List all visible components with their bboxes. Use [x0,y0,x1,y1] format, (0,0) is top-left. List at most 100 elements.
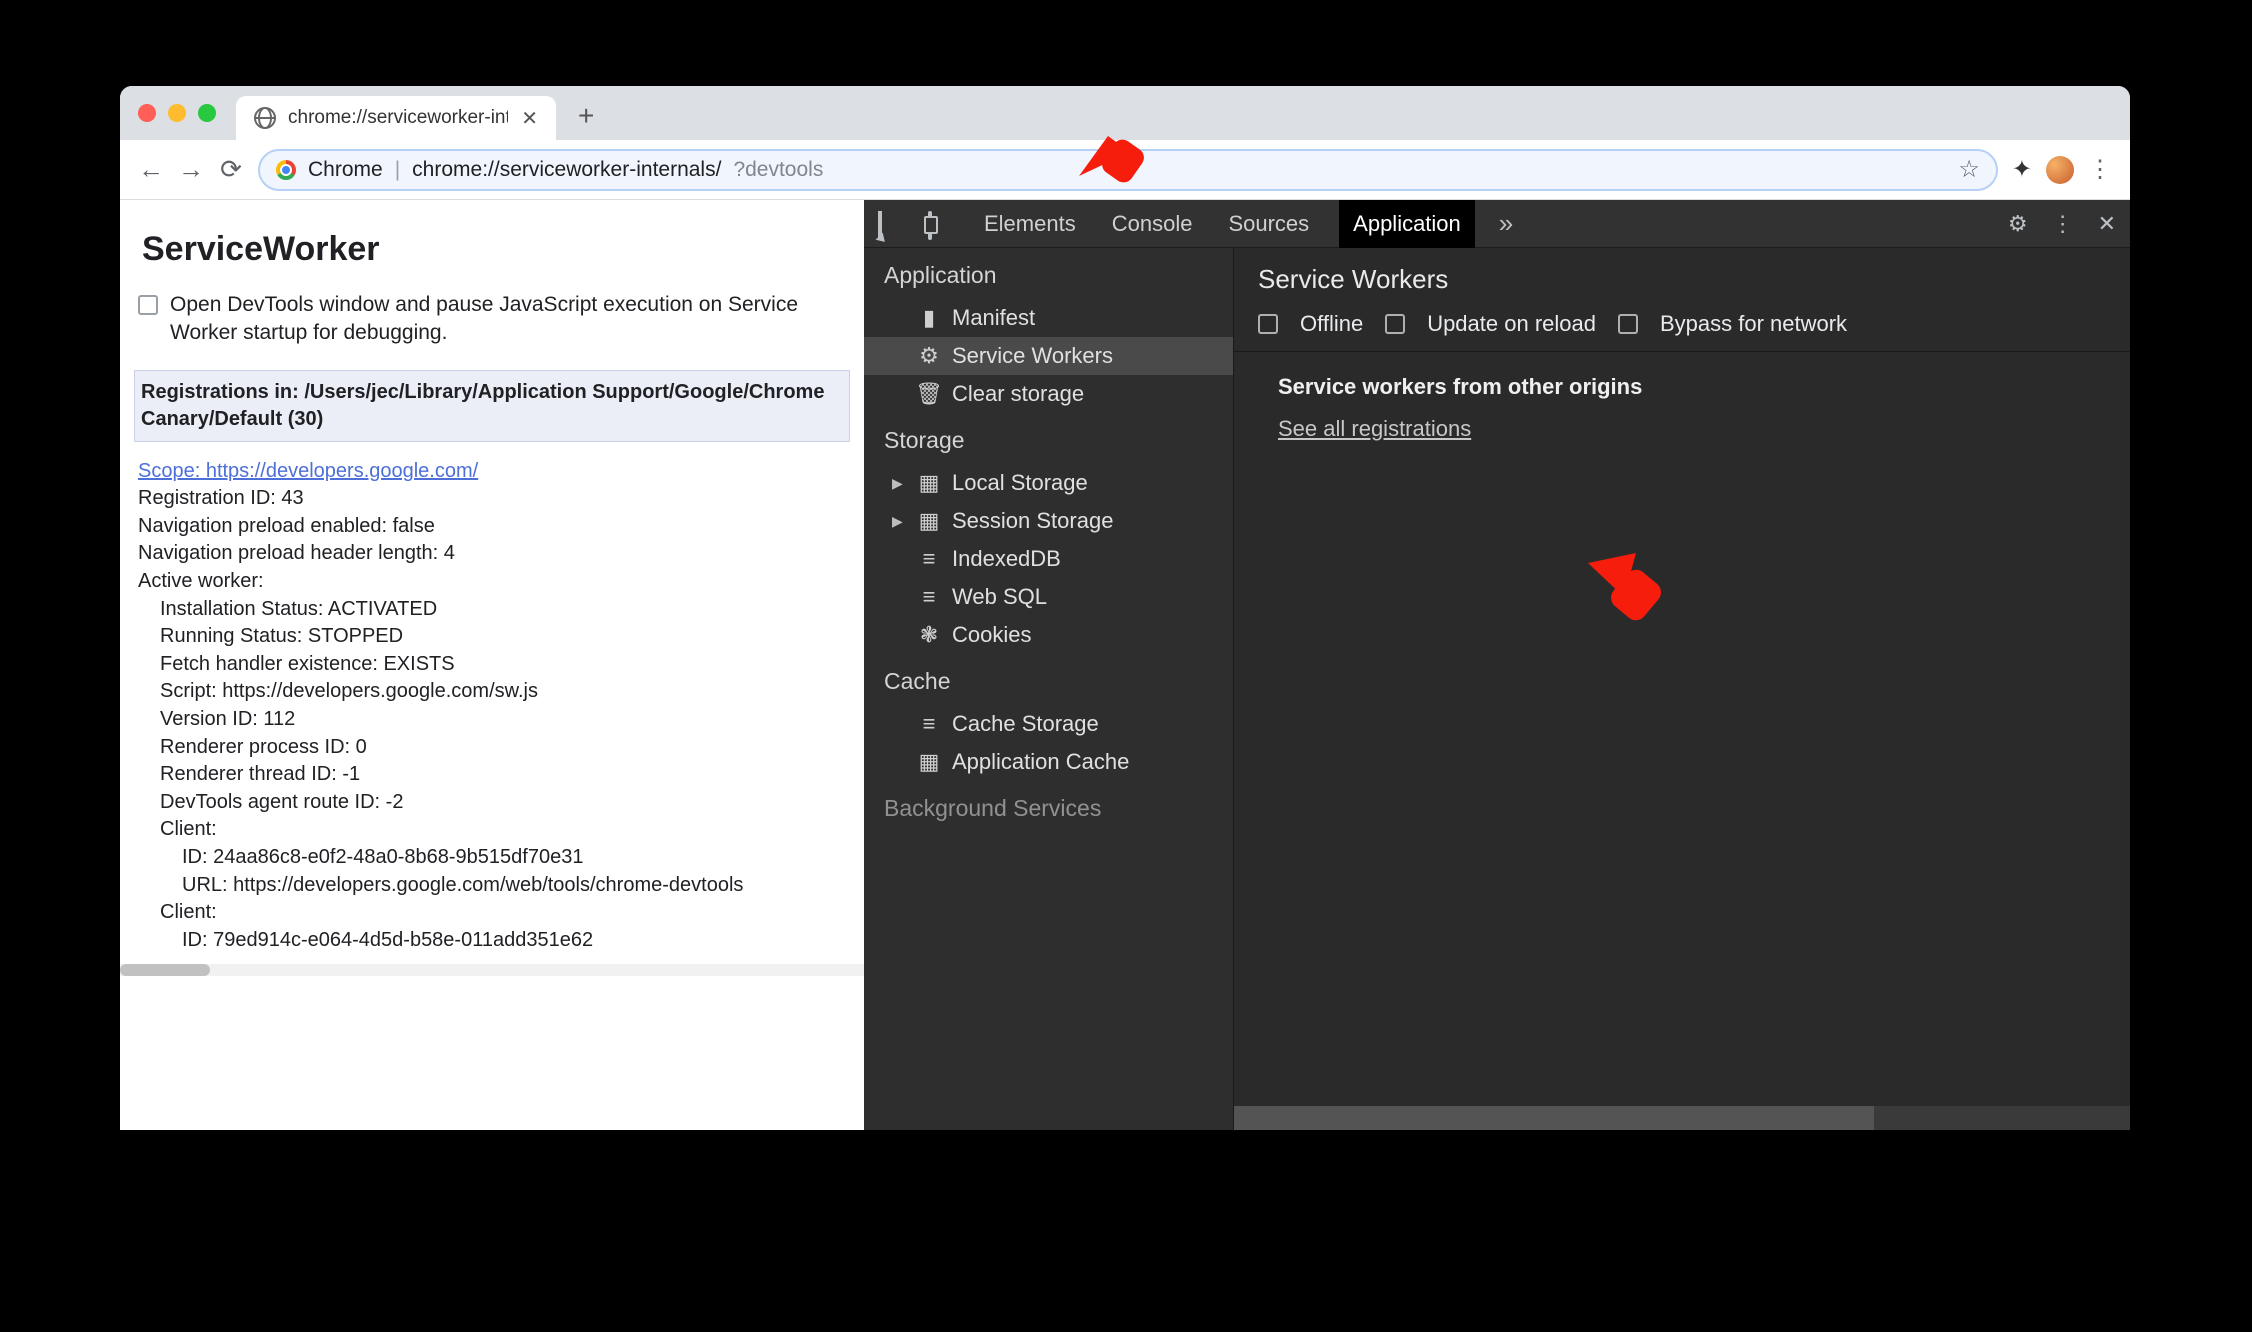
service-workers-title: Service Workers [1234,248,2130,305]
sidebar-section-application: Application [864,248,1233,299]
tab-strip: chrome://serviceworker-intern ✕ + [120,86,2130,140]
chrome-icon [276,160,296,180]
profile-avatar[interactable] [2046,156,2074,184]
offline-checkbox[interactable] [1258,314,1278,334]
sidebar-item-local-storage[interactable]: ▶▦Local Storage [864,464,1233,502]
bypass-network-checkbox[interactable] [1618,314,1638,334]
scope-link[interactable]: Scope: https://developers.google.com/ [138,460,478,482]
browser-tab[interactable]: chrome://serviceworker-intern ✕ [236,96,556,140]
registrations-header: Registrations in: /Users/jec/Library/App… [134,370,850,442]
active-worker-label: Active worker: [138,570,264,592]
trash-icon: 🗑 [918,383,940,405]
device-toolbar-icon[interactable] [928,213,954,235]
database-icon: ≡ [918,713,940,735]
tab-sources[interactable]: Sources [1222,201,1315,247]
globe-icon [254,107,276,129]
other-origins-heading: Service workers from other origins [1234,352,2130,406]
client-2-label: Client: [138,899,846,927]
grid-icon: ▦ [918,510,940,532]
renderer-tid-line: Renderer thread ID: -1 [138,761,846,789]
client-1-id: ID: 24aa86c8-e0f2-48a0-8b68-9b515df70e31 [138,844,846,872]
service-workers-options: Offline Update on reload Bypass for netw… [1234,305,2130,352]
sidebar-item-manifest[interactable]: ▮Manifest [864,299,1233,337]
more-tabs-button[interactable]: » [1499,208,1513,239]
offline-label: Offline [1300,311,1363,337]
debug-checkbox-label: Open DevTools window and pause JavaScrip… [170,291,846,348]
bookmark-star-icon[interactable]: ☆ [1958,155,1980,184]
close-devtools-button[interactable]: ✕ [2098,211,2116,237]
devtools-tab-bar: Elements Console Sources Application » ⚙… [864,200,2130,248]
devtools-body: Application ▮Manifest ⚙Service Workers 🗑… [864,248,2130,1130]
file-icon: ▮ [918,307,940,329]
version-id-line: Version ID: 112 [138,706,846,734]
extensions-icon[interactable]: ✦ [2012,155,2032,184]
update-reload-checkbox[interactable] [1385,314,1405,334]
sidebar-section-cache: Cache [864,654,1233,705]
browser-window: chrome://serviceworker-intern ✕ + ← → ⟳ … [120,86,2130,1130]
gear-icon: ⚙ [918,345,940,367]
gear-icon[interactable]: ⚙ [2008,211,2028,237]
sidebar-item-session-storage[interactable]: ▶▦Session Storage [864,502,1233,540]
browser-toolbar: ← → ⟳ Chrome | chrome://serviceworker-in… [120,140,2130,200]
omnibox-origin: Chrome [308,158,383,182]
sidebar-section-background: Background Services [864,781,1233,832]
maximize-window-button[interactable] [198,104,216,122]
registration-id-line: Registration ID: 43 [138,487,304,509]
page-title: ServiceWorker [142,230,846,269]
sidebar-item-cache-storage[interactable]: ≡Cache Storage [864,705,1233,743]
sidebar-item-service-workers[interactable]: ⚙Service Workers [864,337,1233,375]
client-1-url: URL: https://developers.google.com/web/t… [138,872,846,900]
tab-application[interactable]: Application [1339,200,1475,249]
omnibox-separator: | [395,158,400,182]
browser-menu-button[interactable]: ⋮ [2088,155,2112,184]
new-tab-button[interactable]: + [578,100,594,132]
nav-preload-length-line: Navigation preload header length: 4 [138,542,455,564]
address-bar[interactable]: Chrome | chrome://serviceworker-internal… [258,149,1998,191]
grid-icon: ▦ [918,751,940,773]
nav-preload-enabled-line: Navigation preload enabled: false [138,515,435,537]
update-reload-label: Update on reload [1427,311,1596,337]
content-area: ServiceWorker Open DevTools window and p… [120,200,2130,1130]
tab-console[interactable]: Console [1106,201,1199,247]
devtools-horizontal-scrollbar[interactable] [1234,1106,2130,1130]
window-controls [138,104,216,122]
running-status-line: Running Status: STOPPED [138,623,846,651]
application-main: Service Workers Offline Update on reload… [1234,248,2130,1130]
application-sidebar: Application ▮Manifest ⚙Service Workers 🗑… [864,248,1234,1130]
debug-checkbox-row: Open DevTools window and pause JavaScrip… [138,291,846,348]
sidebar-item-websql[interactable]: ≡Web SQL [864,578,1233,616]
devtools-route-line: DevTools agent route ID: -2 [138,789,846,817]
debug-checkbox[interactable] [138,295,158,315]
cookie-icon: ❃ [918,624,940,646]
reload-button[interactable]: ⟳ [218,157,244,183]
sidebar-item-cookies[interactable]: ❃Cookies [864,616,1233,654]
back-button[interactable]: ← [138,157,164,183]
see-all-registrations-link[interactable]: See all registrations [1278,416,1471,441]
database-icon: ≡ [918,586,940,608]
serviceworker-internals-page: ServiceWorker Open DevTools window and p… [120,200,864,1130]
close-tab-button[interactable]: ✕ [521,106,538,131]
tab-title: chrome://serviceworker-intern [288,107,508,129]
grid-icon: ▦ [918,472,940,494]
omnibox-path: chrome://serviceworker-internals/ [412,158,721,182]
client-1-label: Client: [138,816,846,844]
sidebar-item-app-cache[interactable]: ▦Application Cache [864,743,1233,781]
forward-button[interactable]: → [178,157,204,183]
database-icon: ≡ [918,548,940,570]
script-line: Script: https://developers.google.com/sw… [138,678,846,706]
tab-elements[interactable]: Elements [978,201,1082,247]
bypass-network-label: Bypass for network [1660,311,1847,337]
devtools-menu-button[interactable]: ⋮ [2052,211,2074,237]
omnibox-query: ?devtools [733,158,823,182]
client-2-id: ID: 79ed914c-e064-4d5d-b58e-011add351e62 [138,927,846,955]
page-horizontal-scrollbar[interactable] [120,964,864,976]
fetch-handler-line: Fetch handler existence: EXISTS [138,651,846,679]
sidebar-section-storage: Storage [864,413,1233,464]
close-window-button[interactable] [138,104,156,122]
sidebar-item-clear-storage[interactable]: 🗑Clear storage [864,375,1233,413]
sidebar-item-indexeddb[interactable]: ≡IndexedDB [864,540,1233,578]
inspect-element-icon[interactable] [878,213,904,235]
minimize-window-button[interactable] [168,104,186,122]
devtools-panel: Elements Console Sources Application » ⚙… [864,200,2130,1130]
install-status-line: Installation Status: ACTIVATED [138,596,846,624]
